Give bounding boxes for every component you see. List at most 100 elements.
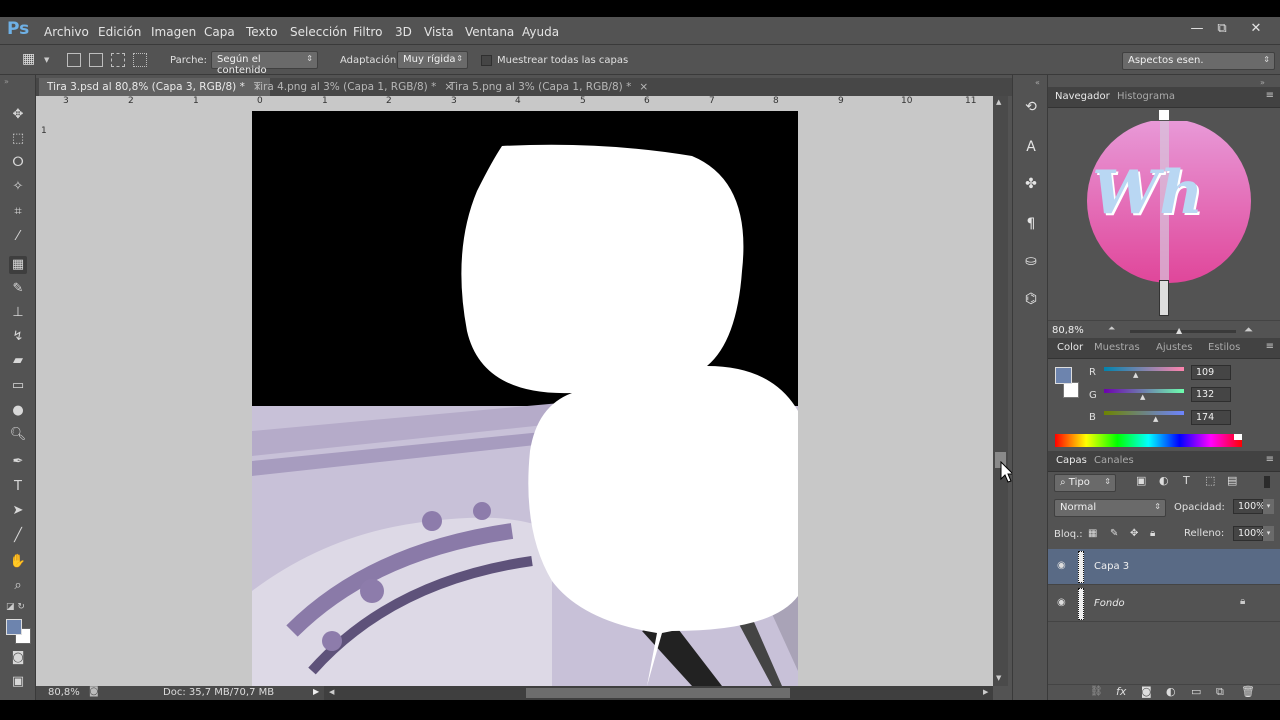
subtract-selection-icon[interactable] bbox=[111, 53, 125, 67]
pen-tool-icon[interactable]: ✒ bbox=[9, 453, 27, 471]
horizontal-scrollbar[interactable]: ◀ ▶ bbox=[324, 686, 993, 700]
clone-source-icon[interactable]: ⛀ bbox=[1021, 253, 1041, 273]
tab-estilos[interactable]: Estilos bbox=[1208, 342, 1240, 353]
horizontal-scroll-thumb[interactable] bbox=[526, 688, 790, 698]
r-slider-handle[interactable]: ▲ bbox=[1133, 371, 1138, 379]
layer-name[interactable]: Fondo bbox=[1094, 598, 1125, 609]
zoom-out-icon[interactable]: ⏶ bbox=[1108, 324, 1115, 334]
panel-menu-icon[interactable]: ≡ bbox=[1266, 90, 1274, 101]
zoom-in-icon[interactable]: ⏶ bbox=[1244, 323, 1253, 337]
fx-icon[interactable]: fx bbox=[1116, 685, 1126, 698]
b-slider[interactable] bbox=[1104, 411, 1184, 415]
layer-mask-icon[interactable]: ◙ bbox=[1141, 685, 1152, 698]
gradient-tool-icon[interactable]: ▭ bbox=[9, 377, 27, 395]
menu-texto[interactable]: Texto bbox=[246, 25, 278, 39]
sample-all-layers-checkbox[interactable] bbox=[481, 55, 492, 66]
menu-archivo[interactable]: Archivo bbox=[44, 25, 89, 39]
intersect-selection-icon[interactable] bbox=[133, 53, 147, 67]
menu-seleccion[interactable]: Selección bbox=[290, 25, 347, 39]
tab-color[interactable]: Color bbox=[1057, 342, 1083, 353]
layer-row[interactable]: ◉ Capa 3 bbox=[1048, 549, 1280, 585]
workspace-select[interactable]: Aspectos esen. ⇕ bbox=[1122, 52, 1275, 70]
brush-presets-icon[interactable]: ✤ bbox=[1021, 176, 1041, 196]
r-slider[interactable] bbox=[1104, 367, 1184, 371]
screen-mode-icon[interactable]: ▣ bbox=[9, 673, 27, 691]
eraser-tool-icon[interactable]: ▰ bbox=[9, 352, 27, 370]
line-tool-icon[interactable]: ╱ bbox=[9, 527, 27, 545]
hand-tool-icon[interactable]: ✋ bbox=[9, 553, 27, 571]
type-tool-icon[interactable]: T bbox=[9, 478, 27, 496]
blur-tool-icon[interactable]: ● bbox=[9, 402, 27, 420]
r-value-field[interactable]: 109 bbox=[1191, 365, 1231, 380]
history-brush-tool-icon[interactable]: ↯ bbox=[9, 328, 27, 346]
zoom-slider-handle[interactable]: ▲ bbox=[1176, 326, 1182, 335]
status-info-icon[interactable]: ◙ bbox=[89, 686, 99, 697]
close-button[interactable]: ✕ bbox=[1246, 21, 1266, 39]
crop-tool-icon[interactable]: ⌗ bbox=[9, 203, 27, 221]
menu-imagen[interactable]: Imagen bbox=[151, 25, 196, 39]
opacity-dropdown-icon[interactable]: ▾ bbox=[1263, 499, 1274, 514]
patch-tool-preset-icon[interactable]: ▦ bbox=[22, 51, 35, 67]
menu-ayuda[interactable]: Ayuda bbox=[522, 25, 559, 39]
eye-icon[interactable]: ◉ bbox=[1057, 560, 1066, 571]
navigator-zoom[interactable]: 80,8% bbox=[1052, 325, 1084, 336]
opacity-field[interactable]: 100% bbox=[1233, 499, 1265, 514]
link-layers-icon[interactable]: ⛓ bbox=[1090, 686, 1103, 697]
close-icon[interactable]: × bbox=[639, 81, 648, 93]
group-icon[interactable]: ▭ bbox=[1191, 685, 1201, 698]
status-zoom[interactable]: 80,8% bbox=[48, 687, 80, 698]
lock-image-icon[interactable]: ✎ bbox=[1110, 528, 1118, 539]
adjustment-filter-icon[interactable]: ◐ bbox=[1159, 474, 1169, 487]
menu-filtro[interactable]: Filtro bbox=[353, 25, 382, 39]
tab-tira-3[interactable]: Tira 3.psd al 80,8% (Capa 3, RGB/8) * × bbox=[39, 78, 270, 96]
tab-muestras[interactable]: Muestras bbox=[1094, 342, 1140, 353]
tab-histograma[interactable]: Histograma bbox=[1117, 91, 1175, 102]
scroll-right-icon[interactable]: ▶ bbox=[983, 688, 988, 696]
tab-tira-4[interactable]: Tira 4.png al 3% (Capa 1, RGB/8) * × bbox=[246, 78, 461, 96]
pixel-filter-icon[interactable]: ▣ bbox=[1136, 474, 1146, 487]
b-slider-handle[interactable]: ▲ bbox=[1153, 415, 1158, 423]
menu-capa[interactable]: Capa bbox=[204, 25, 235, 39]
parche-select[interactable]: Según el contenido ⇕ bbox=[211, 51, 318, 76]
expand-icon[interactable]: « bbox=[1035, 78, 1040, 87]
scroll-down-icon[interactable]: ▼ bbox=[996, 674, 1001, 682]
eye-icon[interactable]: ◉ bbox=[1057, 597, 1066, 608]
vertical-scrollbar[interactable]: ▲ ▼ bbox=[993, 96, 1008, 686]
layer-name[interactable]: Capa 3 bbox=[1094, 561, 1129, 572]
collapse-icon[interactable]: » bbox=[4, 77, 9, 86]
eyedropper-tool-icon[interactable]: ⁄ bbox=[9, 228, 27, 246]
menu-ventana[interactable]: Ventana bbox=[465, 25, 514, 39]
panel-menu-icon[interactable]: ≡ bbox=[1266, 341, 1274, 352]
g-slider-handle[interactable]: ▲ bbox=[1140, 393, 1145, 401]
collapse-panels-icon[interactable]: » bbox=[1260, 78, 1265, 87]
restore-button[interactable]: ⧉ bbox=[1212, 21, 1232, 39]
document-canvas[interactable] bbox=[252, 111, 798, 686]
spectrum-white[interactable] bbox=[1234, 434, 1242, 440]
default-colors-icon[interactable]: ◪ ↻ bbox=[6, 602, 25, 612]
lock-all-icon[interactable]: 🔒︎ bbox=[1150, 528, 1155, 539]
filter-toggle[interactable] bbox=[1264, 476, 1270, 488]
lock-transparency-icon[interactable]: ▦ bbox=[1088, 528, 1097, 539]
fill-field[interactable]: 100% bbox=[1233, 526, 1265, 541]
paragraph-panel-icon[interactable]: ¶ bbox=[1021, 216, 1041, 236]
scroll-left-icon[interactable]: ◀ bbox=[329, 688, 334, 696]
brush-tool-icon[interactable]: ✎ bbox=[9, 280, 27, 298]
scroll-up-icon[interactable]: ▲ bbox=[996, 98, 1001, 106]
character-panel-icon[interactable]: A bbox=[1021, 139, 1041, 159]
lock-position-icon[interactable]: ✥ bbox=[1130, 528, 1138, 539]
layer-filter-select[interactable]: ⌕ Tipo ⇕ bbox=[1054, 474, 1116, 492]
history-panel-icon[interactable]: ⟲ bbox=[1021, 99, 1041, 119]
layer-row[interactable]: ◉ Fondo 🔒︎ bbox=[1048, 586, 1280, 622]
adaptacion-select[interactable]: Muy rígida ⇕ bbox=[397, 51, 468, 69]
blend-mode-select[interactable]: Normal ⇕ bbox=[1054, 499, 1166, 517]
shape-filter-icon[interactable]: ⬚ bbox=[1205, 474, 1215, 487]
g-value-field[interactable]: 132 bbox=[1191, 387, 1231, 402]
patch-tool-icon[interactable]: ▦ bbox=[9, 256, 27, 274]
trash-icon[interactable]: 🗑︎ bbox=[1241, 685, 1255, 698]
add-selection-icon[interactable] bbox=[89, 53, 103, 67]
menu-3d[interactable]: 3D bbox=[395, 25, 412, 39]
tab-canales[interactable]: Canales bbox=[1094, 455, 1134, 466]
panel-menu-icon[interactable]: ≡ bbox=[1266, 454, 1274, 465]
tab-ajustes[interactable]: Ajustes bbox=[1156, 342, 1192, 353]
tab-navegador[interactable]: Navegador bbox=[1055, 91, 1110, 102]
